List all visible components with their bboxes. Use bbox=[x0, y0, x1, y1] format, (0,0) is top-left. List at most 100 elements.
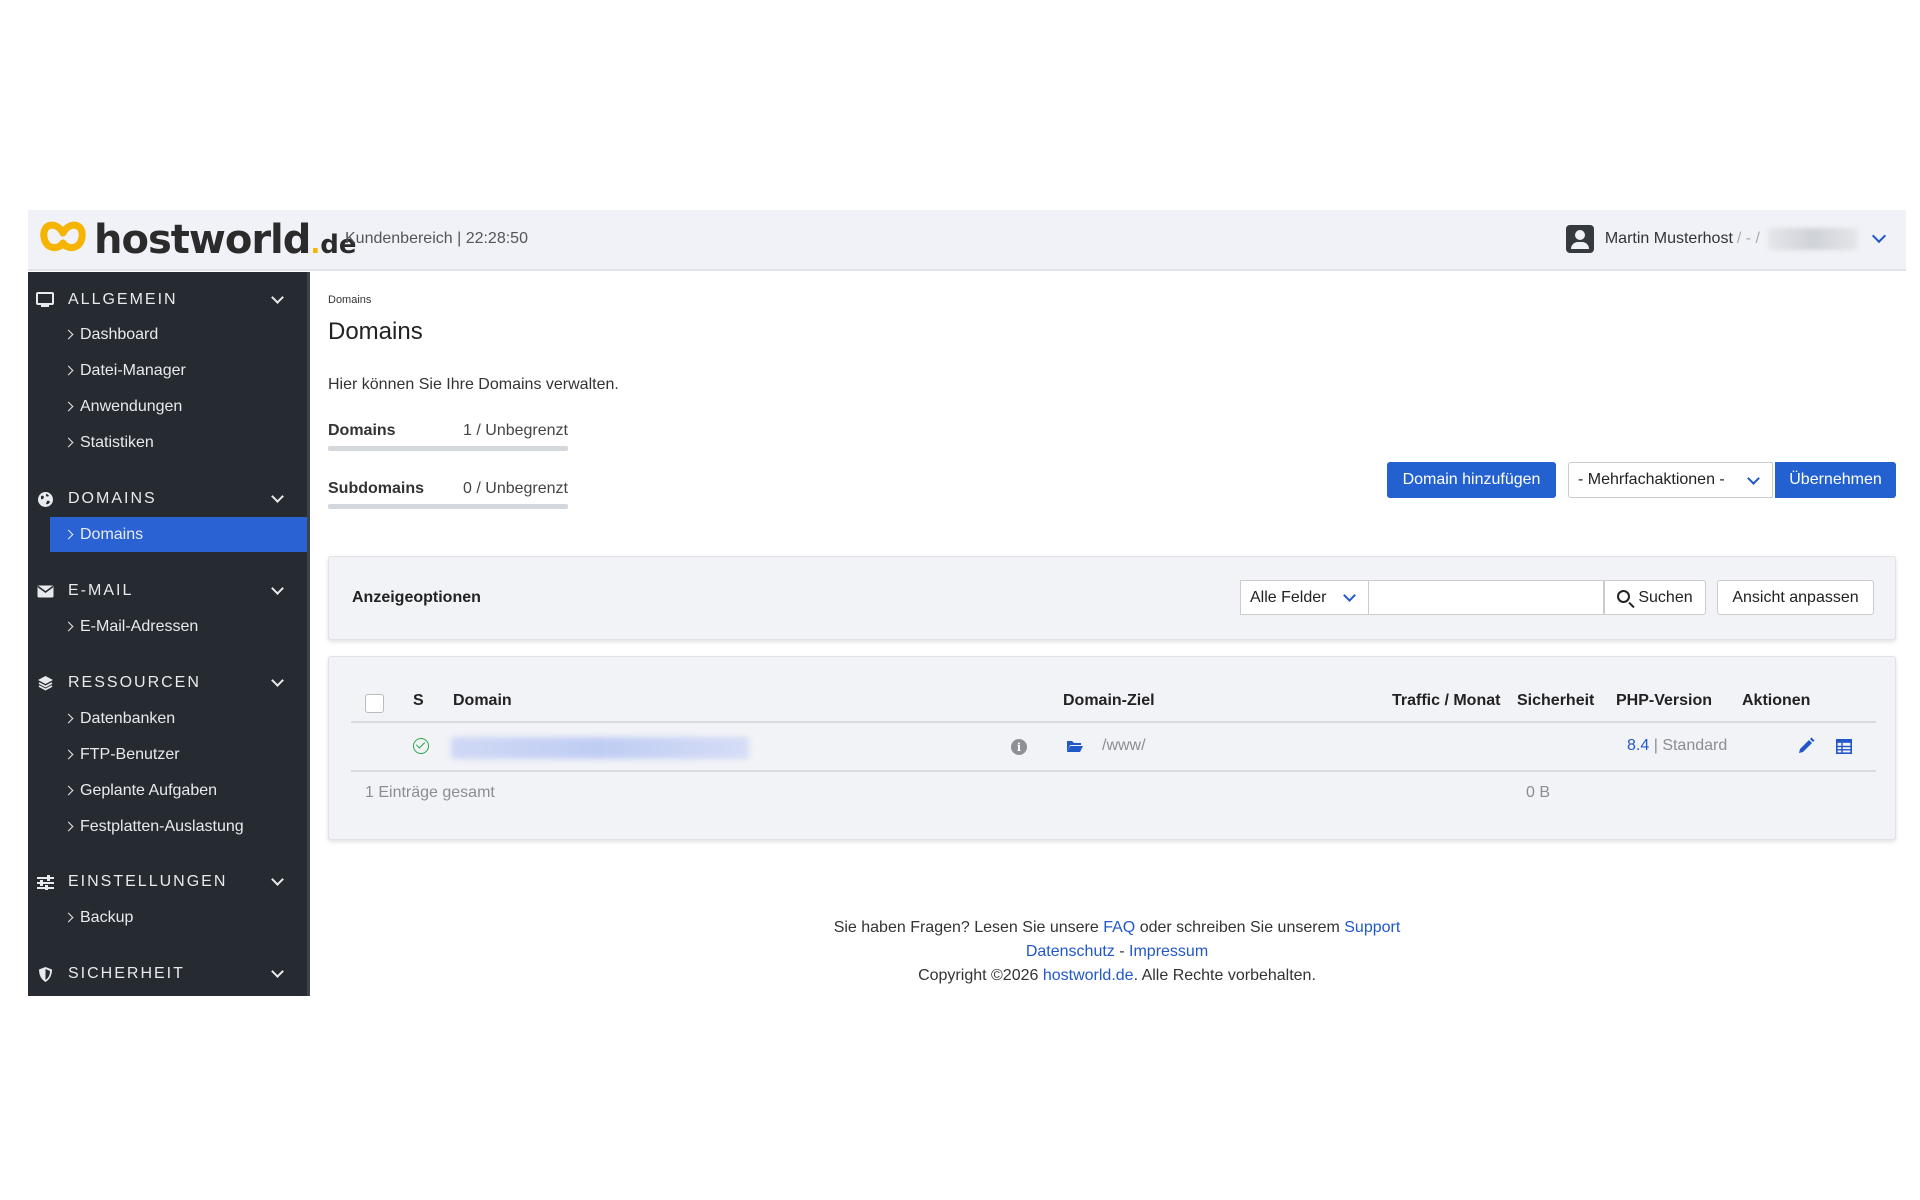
faq-link[interactable]: FAQ bbox=[1103, 919, 1135, 936]
add-domain-button[interactable]: Domain hinzufügen bbox=[1387, 462, 1556, 498]
sidebar-item-geplante-aufgaben[interactable]: Geplante Aufgaben bbox=[50, 773, 307, 808]
main-content: Domains Domains Hier können Sie Ihre Dom… bbox=[328, 272, 1906, 996]
chevron-down-icon bbox=[271, 582, 284, 595]
logo-text: hostworld bbox=[94, 217, 311, 263]
quota-value: 1 / Unbegrenzt bbox=[463, 422, 568, 439]
logo-mark-icon bbox=[40, 221, 86, 251]
sidebar-item-backup[interactable]: Backup bbox=[50, 900, 307, 935]
sidebar-section-einstellungen[interactable]: EINSTELLUNGEN bbox=[28, 864, 307, 900]
chevron-right-icon bbox=[63, 821, 74, 832]
page-title: Domains bbox=[328, 318, 423, 345]
privacy-link[interactable]: Datenschutz bbox=[1026, 943, 1115, 960]
table-header-divider bbox=[351, 721, 1876, 723]
sidebar-item-festplatten-auslastung[interactable]: Festplatten-Auslastung bbox=[50, 809, 307, 844]
search-icon bbox=[1617, 589, 1631, 603]
sidebar-item-domains[interactable]: Domains bbox=[50, 517, 307, 552]
quota-value: 0 / Unbegrenzt bbox=[463, 480, 568, 497]
chevron-right-icon bbox=[63, 912, 74, 923]
col-header-domain-target[interactable]: Domain-Ziel bbox=[1063, 692, 1155, 710]
sidebar-item-email-adressen[interactable]: E-Mail-Adressen bbox=[50, 609, 307, 644]
search-button[interactable]: Suchen bbox=[1604, 580, 1706, 615]
area-label: Kundenbereich | 22:28:50 bbox=[345, 230, 528, 247]
folder-open-icon bbox=[1067, 741, 1083, 752]
chevron-down-icon bbox=[271, 291, 284, 304]
shield-icon bbox=[36, 965, 54, 983]
sliders-icon bbox=[36, 873, 54, 891]
top-bar: hostworld .de Kundenbereich | 22:28:50 M… bbox=[28, 210, 1906, 271]
chevron-down-icon bbox=[271, 873, 284, 886]
select-all-checkbox[interactable] bbox=[365, 694, 384, 713]
globe-icon bbox=[36, 490, 54, 508]
php-version-cell[interactable]: 8.4 | Standard bbox=[1627, 737, 1727, 755]
col-header-php-version[interactable]: PHP-Version bbox=[1616, 692, 1712, 710]
support-link[interactable]: Support bbox=[1344, 919, 1400, 936]
quota-label: Subdomains bbox=[328, 480, 425, 497]
col-header-domain[interactable]: Domain bbox=[453, 692, 512, 710]
php-version-mode: Standard bbox=[1662, 737, 1728, 754]
chevron-right-icon bbox=[63, 365, 74, 376]
chevron-right-icon bbox=[63, 401, 74, 412]
page-intro: Hier können Sie Ihre Domains verwalten. bbox=[328, 376, 619, 393]
user-avatar-icon bbox=[1565, 225, 1594, 253]
chevron-right-icon bbox=[63, 437, 74, 448]
col-header-traffic[interactable]: Traffic / Monat bbox=[1392, 692, 1500, 710]
chevron-right-icon bbox=[63, 713, 74, 724]
quota-domains: Domains 1 / Unbegrenzt bbox=[328, 422, 568, 451]
quota-label: Domains bbox=[328, 422, 396, 439]
quota-bar bbox=[328, 446, 568, 451]
col-header-actions: Aktionen bbox=[1742, 692, 1811, 709]
redacted-domain-link[interactable] bbox=[451, 737, 749, 759]
sidebar-section-allgemein[interactable]: ALLGEMEIN bbox=[28, 282, 307, 318]
sidebar-item-statistiken[interactable]: Statistiken bbox=[50, 425, 307, 460]
chevron-down-icon[interactable] bbox=[1871, 228, 1887, 244]
app-frame: hostworld .de Kundenbereich | 22:28:50 M… bbox=[28, 210, 1906, 996]
monitor-icon bbox=[36, 291, 54, 309]
sidebar-section-domains[interactable]: DOMAINS bbox=[28, 481, 307, 517]
breadcrumb[interactable]: Domains bbox=[328, 294, 371, 306]
php-version-sep: | bbox=[1653, 737, 1658, 754]
display-options-panel: Anzeigeoptionen Alle Felder Suchen Ansic… bbox=[328, 556, 1896, 640]
col-header-security: Sicherheit bbox=[1517, 692, 1595, 709]
hostworld-logo[interactable]: hostworld .de bbox=[40, 218, 357, 262]
quota-bar bbox=[328, 504, 568, 509]
pencil-icon[interactable] bbox=[1797, 737, 1815, 755]
info-icon[interactable]: i bbox=[1011, 739, 1027, 755]
user-menu[interactable]: Martin Musterhost / - / bbox=[1565, 224, 1887, 254]
envelope-icon bbox=[36, 582, 54, 600]
sidebar-item-anwendungen[interactable]: Anwendungen bbox=[50, 389, 307, 424]
search-field-select[interactable]: Alle Felder bbox=[1240, 580, 1369, 615]
bulk-actions-select[interactable]: - Mehrfachaktionen - bbox=[1568, 462, 1773, 498]
sidebar-section-ressourcen[interactable]: RESSOURCEN bbox=[28, 665, 307, 701]
footer-legal-links: Datenschutz - Impressum bbox=[1025, 943, 1209, 960]
chevron-down-icon bbox=[1747, 472, 1760, 485]
user-separator: / - / bbox=[1736, 230, 1760, 247]
table-summary: 1 Einträge gesamt bbox=[365, 784, 495, 801]
user-name: Martin Musterhost bbox=[1604, 230, 1733, 247]
sidebar-item-datenbanken[interactable]: Datenbanken bbox=[50, 701, 307, 736]
chevron-down-icon bbox=[271, 674, 284, 687]
search-input[interactable] bbox=[1369, 580, 1604, 615]
chevron-down-icon bbox=[271, 965, 284, 978]
domain-target-path[interactable]: /www/ bbox=[1102, 737, 1146, 755]
customize-view-button[interactable]: Ansicht anpassen bbox=[1717, 580, 1874, 615]
chevron-right-icon bbox=[63, 529, 74, 540]
table-row-divider bbox=[351, 770, 1876, 772]
chevron-right-icon bbox=[63, 785, 74, 796]
sidebar-section-sicherheit[interactable]: SICHERHEIT bbox=[28, 956, 307, 992]
footer-help-line: Sie haben Fragen? Lesen Sie unsere FAQ o… bbox=[833, 919, 1401, 936]
apply-button[interactable]: Übernehmen bbox=[1775, 462, 1896, 498]
sidebar-item-dashboard[interactable]: Dashboard bbox=[50, 317, 307, 352]
redacted-account bbox=[1768, 228, 1858, 250]
layers-icon bbox=[36, 674, 54, 692]
table-icon[interactable] bbox=[1836, 739, 1852, 754]
col-header-status: S bbox=[413, 692, 424, 709]
sidebar-item-ftp-benutzer[interactable]: FTP-Benutzer bbox=[50, 737, 307, 772]
site-link[interactable]: hostworld.de bbox=[1043, 967, 1134, 984]
sidebar-section-email[interactable]: E-MAIL bbox=[28, 573, 307, 609]
chevron-right-icon bbox=[63, 749, 74, 760]
imprint-link[interactable]: Impressum bbox=[1129, 943, 1208, 960]
chevron-down-icon bbox=[271, 490, 284, 503]
sidebar-item-datei-manager[interactable]: Datei-Manager bbox=[50, 353, 307, 388]
php-version-value: 8.4 bbox=[1627, 737, 1650, 754]
chevron-right-icon bbox=[63, 329, 74, 340]
